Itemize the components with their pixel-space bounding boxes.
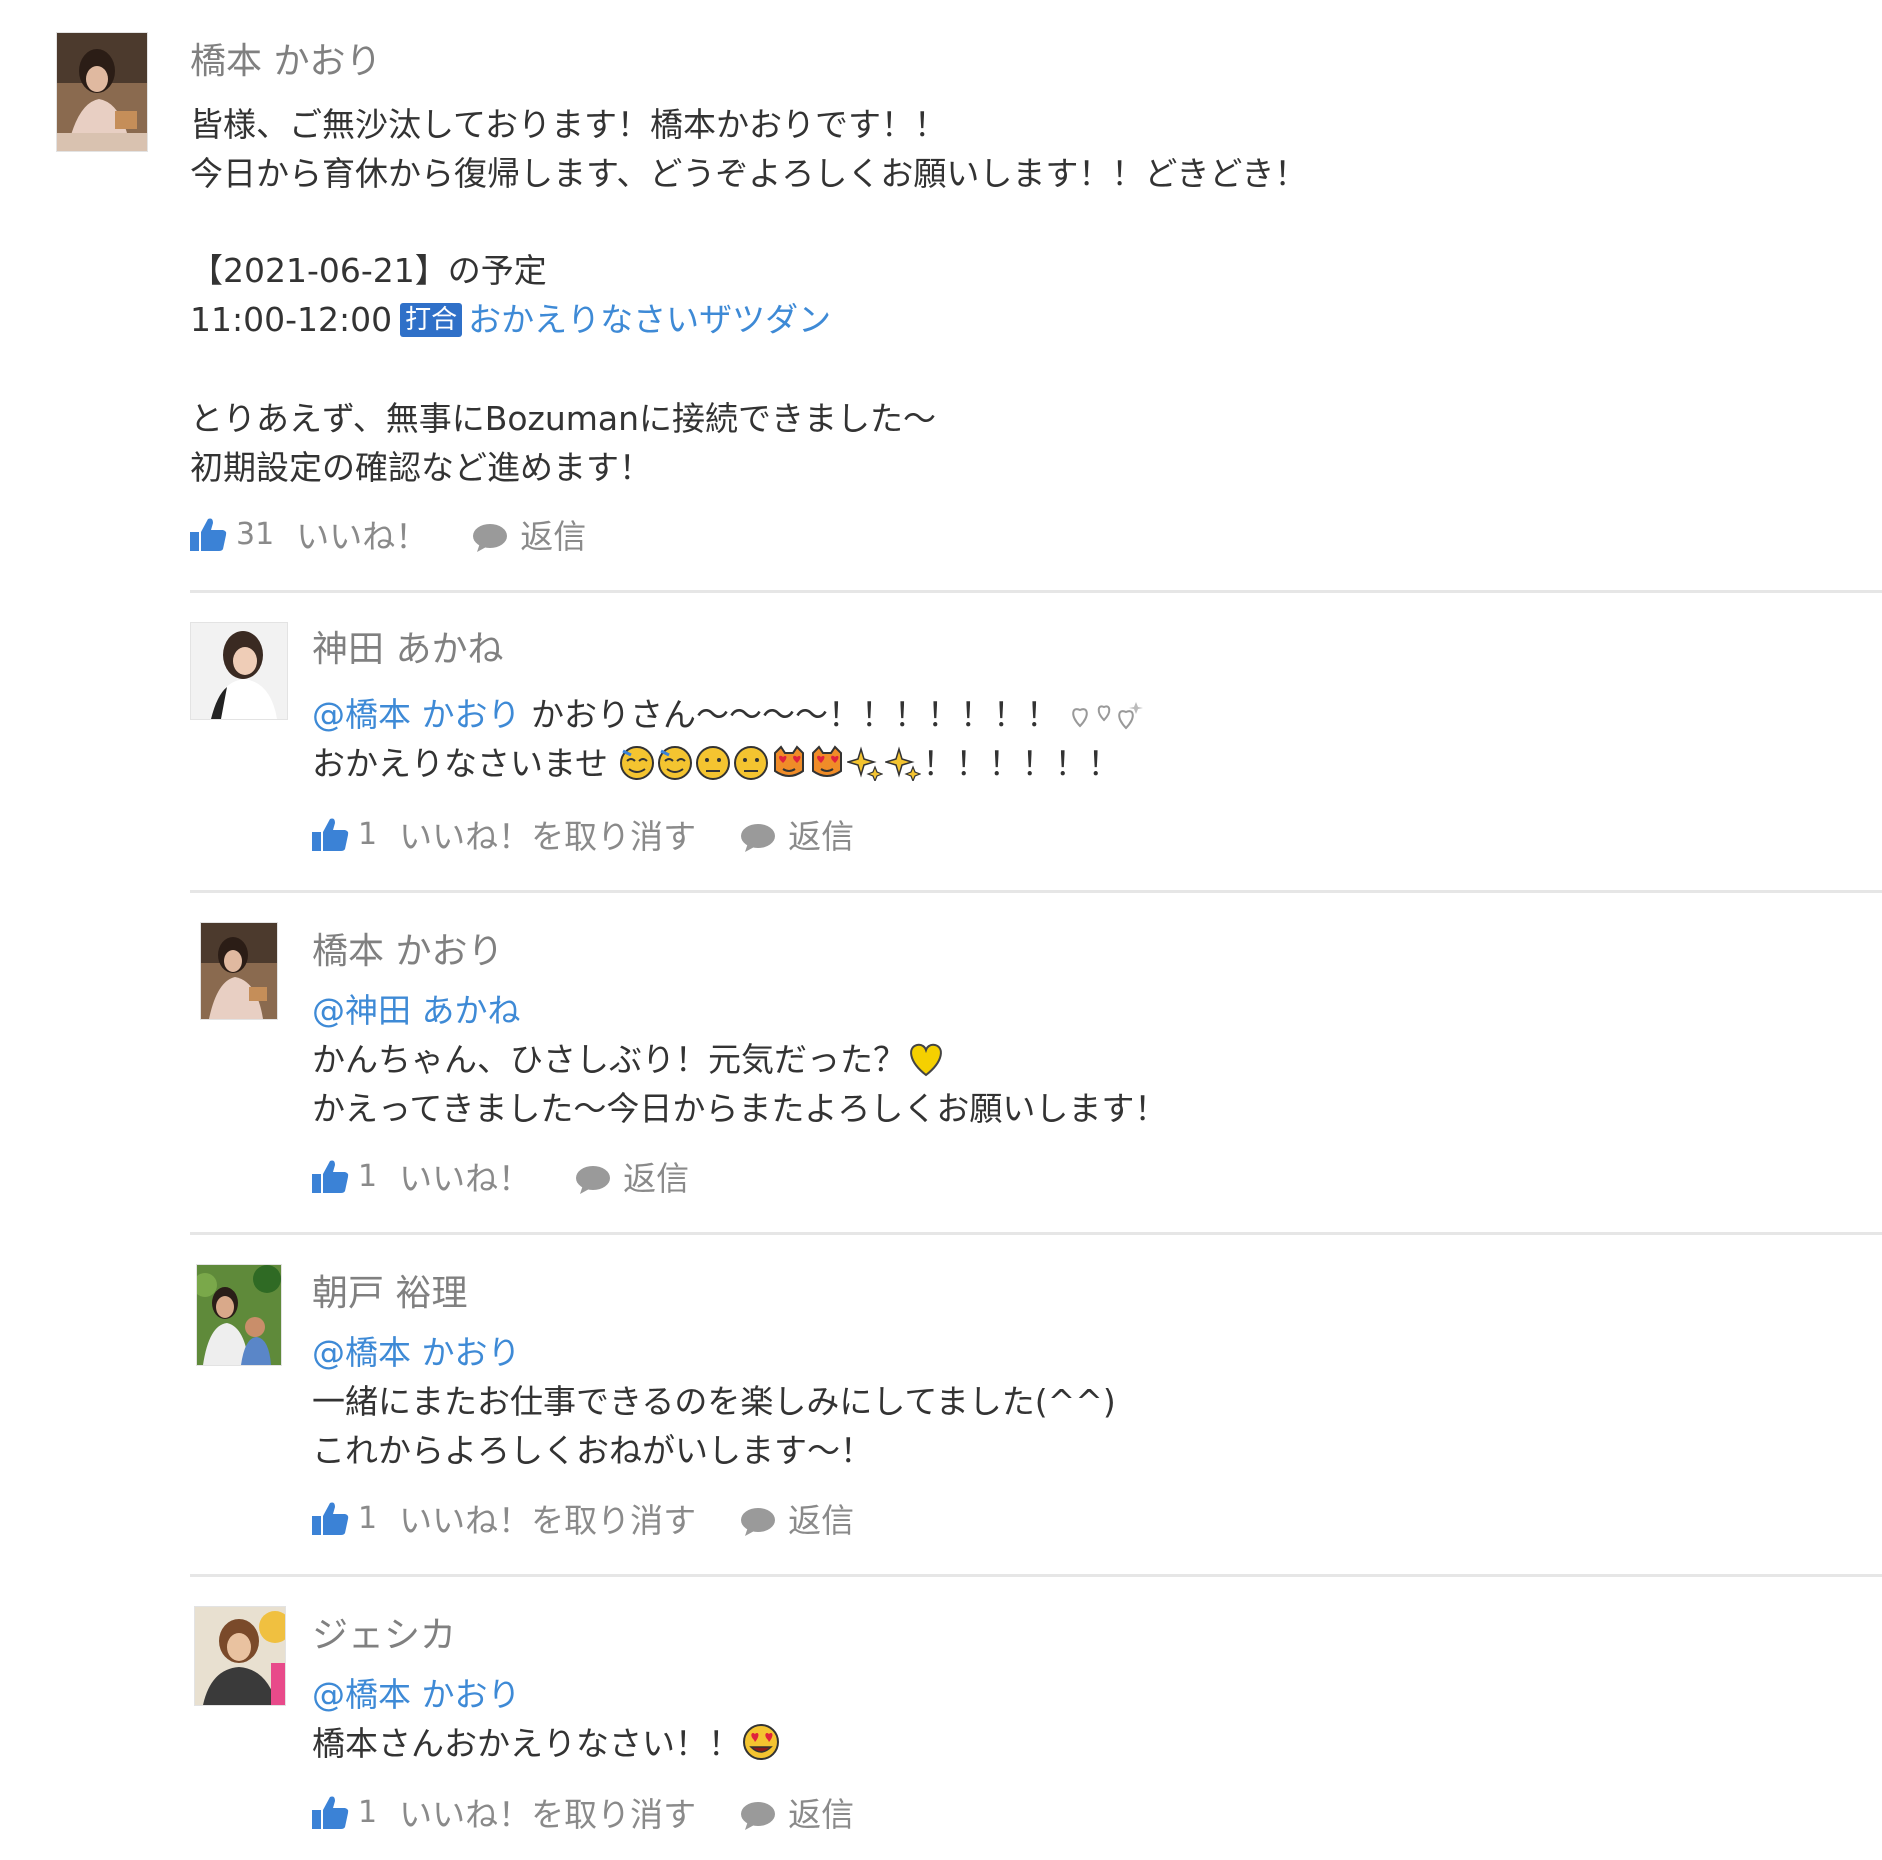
comment-text-line: @橋本 かおり かおりさん～～～～！！！！！！！ xyxy=(312,690,1148,739)
thumbs-up-icon[interactable] xyxy=(188,514,228,554)
comment-text: かんちゃん、ひさしぶり！元気だった？ xyxy=(312,1040,906,1079)
pensive-face-icon xyxy=(695,746,730,780)
schedule-link[interactable]: おかえりなさいザツダン xyxy=(468,300,831,339)
comment-actions: 1 いいね！を取り消す 返信 xyxy=(310,812,854,856)
like-button[interactable]: いいね！ xyxy=(296,510,428,558)
like-button[interactable]: いいね！ xyxy=(399,1152,531,1200)
thumbs-up-icon[interactable] xyxy=(310,1498,350,1538)
divider xyxy=(190,890,1882,893)
heart-eyes-cat-icon xyxy=(811,745,842,777)
speech-bubble-icon[interactable] xyxy=(740,1507,776,1537)
thumbs-up-icon[interactable] xyxy=(310,1156,350,1196)
speech-bubble-icon[interactable] xyxy=(740,823,776,853)
heart-eyes-cat-icon xyxy=(773,745,804,777)
thumbs-up-icon[interactable] xyxy=(310,1792,350,1832)
avatar-photo xyxy=(57,33,147,151)
avatar[interactable] xyxy=(190,622,288,720)
sparkles-icon xyxy=(846,746,883,781)
relieved-face-icon xyxy=(619,746,654,780)
relieved-face-icon xyxy=(657,746,692,780)
mention-link[interactable]: @橋本 かおり xyxy=(312,695,521,734)
mention-line: @橋本 かおり xyxy=(312,1328,1116,1377)
like-count[interactable]: 1 xyxy=(358,817,377,852)
avatar[interactable] xyxy=(194,1606,286,1706)
reply-button[interactable]: 返信 xyxy=(788,1494,854,1542)
mention-link[interactable]: @神田 あかね xyxy=(312,991,521,1030)
author-name[interactable]: ジェシカ xyxy=(312,1618,456,1654)
comment-text-line: 一緒にまたお仕事できるのを楽しみにしてました(^^) xyxy=(312,1382,1116,1421)
heart-eyes-face-icon xyxy=(743,1724,779,1760)
author-name[interactable]: 朝戸 裕理 xyxy=(312,1276,467,1312)
pensive-face-icon xyxy=(733,746,768,780)
thumbs-up-icon[interactable] xyxy=(310,814,350,854)
like-count[interactable]: 1 xyxy=(358,1159,377,1194)
comment-actions: 1 いいね！を取り消す 返信 xyxy=(310,1496,854,1540)
speech-bubble-icon[interactable] xyxy=(575,1165,611,1195)
comment-actions: 1 いいね！を取り消す 返信 xyxy=(310,1790,854,1834)
like-count[interactable]: 1 xyxy=(358,1795,377,1830)
comment-text-line: かんちゃん、ひさしぶり！元気だった？ xyxy=(312,1035,1167,1084)
reply-button[interactable]: 返信 xyxy=(788,1788,854,1836)
post-text-line: とりあえず、無事にBozumanに接続できました～ xyxy=(190,399,937,438)
mention-line: @神田 あかね xyxy=(312,986,1167,1035)
mention-line: @橋本 かおり xyxy=(312,1670,783,1719)
comment-text-line: かえってきました～今日からまたよろしくお願いします！ xyxy=(312,1089,1168,1128)
post-text-line: 今日から育休から復帰します、どうぞよろしくお願いします！！どきどき！ xyxy=(190,154,1308,193)
schedule-entry: 11:00-12:00 打合 おかえりなさいザツダン xyxy=(190,295,831,344)
comment-text-line: これからよろしくおねがいします～！ xyxy=(312,1431,873,1470)
avatar-photo xyxy=(195,1607,285,1705)
meeting-badge: 打合 xyxy=(400,303,463,337)
schedule-header: 【2021-06-21】の予定 xyxy=(190,251,547,290)
comment-text: 橋本さんおかえりなさい！！ xyxy=(312,1724,741,1763)
unlike-button[interactable]: いいね！を取り消す xyxy=(399,1494,696,1542)
avatar[interactable] xyxy=(200,922,278,1020)
avatar-photo xyxy=(201,923,277,1019)
divider xyxy=(190,1574,1882,1577)
mention-link[interactable]: @橋本 かおり xyxy=(312,1333,521,1372)
comment-text: ！！！！！！ xyxy=(922,744,1121,783)
comment-text-line: 橋本さんおかえりなさい！！ xyxy=(312,1719,783,1768)
reply-button[interactable]: 返信 xyxy=(520,510,586,558)
avatar-photo xyxy=(197,1265,281,1365)
comment-actions: 1 いいね！ 返信 xyxy=(310,1154,689,1198)
comment-text: おかえりなさいませ xyxy=(312,744,609,783)
author-name[interactable]: 神田 あかね xyxy=(312,632,503,668)
sparkles-icon xyxy=(884,746,921,781)
like-count[interactable]: 31 xyxy=(236,517,274,552)
schedule-time: 11:00-12:00 xyxy=(190,300,393,339)
sparkling-hearts-icon xyxy=(1071,702,1143,730)
divider xyxy=(190,1232,1882,1235)
comment-text-line: おかえりなさいませ ！！！！！！ xyxy=(312,739,1148,788)
like-count[interactable]: 1 xyxy=(358,1501,377,1536)
divider xyxy=(190,590,1882,593)
yellow-heart-icon xyxy=(910,1043,942,1077)
comment-text: かおりさん～～～～！！！！！！！ xyxy=(531,695,1059,734)
avatar[interactable] xyxy=(56,32,148,152)
unlike-button[interactable]: いいね！を取り消す xyxy=(399,810,696,858)
mention-link[interactable]: @橋本 かおり xyxy=(312,1675,521,1714)
post-text-line: 皆様、ご無沙汰しております！橋本かおりです！！ xyxy=(190,105,948,144)
post-actions: 31 いいね！ 返信 xyxy=(188,512,586,556)
speech-bubble-icon[interactable] xyxy=(472,523,508,553)
reply-button[interactable]: 返信 xyxy=(623,1152,689,1200)
avatar-photo xyxy=(191,623,287,719)
unlike-button[interactable]: いいね！を取り消す xyxy=(399,1788,696,1836)
author-name[interactable]: 橋本 かおり xyxy=(312,934,503,970)
speech-bubble-icon[interactable] xyxy=(740,1801,776,1831)
post-text-line: 初期設定の確認など進めます！ xyxy=(190,448,652,487)
avatar[interactable] xyxy=(196,1264,282,1366)
author-name[interactable]: 橋本 かおり xyxy=(190,44,381,80)
reply-button[interactable]: 返信 xyxy=(788,810,854,858)
